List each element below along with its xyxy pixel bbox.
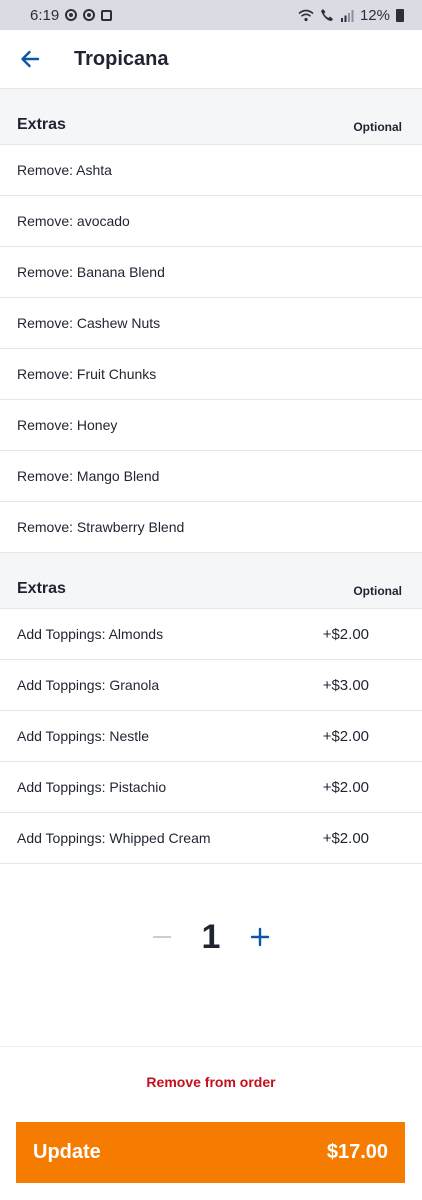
update-price: $17.00 <box>326 1141 388 1163</box>
option-label: Remove: Honey <box>17 417 118 433</box>
option-row[interactable]: Remove: Ashta <box>0 145 422 196</box>
option-price: +$2.00 <box>322 625 369 643</box>
decrement-button[interactable] <box>145 920 179 954</box>
section-header-toppings: Extras Optional <box>0 553 422 609</box>
status-right: 12% <box>298 7 404 24</box>
section-title: Extras <box>17 580 66 597</box>
call-icon <box>320 9 333 21</box>
option-label: Remove: avocado <box>17 213 130 229</box>
option-label: Remove: Strawberry Blend <box>17 519 185 535</box>
option-label: Remove: Banana Blend <box>17 264 165 280</box>
option-row[interactable]: Remove: avocado <box>0 196 422 247</box>
option-row[interactable]: Add Toppings: Whipped Cream +$2.00 <box>0 813 422 864</box>
section-title: Extras <box>17 116 66 133</box>
option-row[interactable]: Add Toppings: Pistachio +$2.00 <box>0 762 422 813</box>
option-row[interactable]: Add Toppings: Nestle +$2.00 <box>0 711 422 762</box>
option-label: Add Toppings: Nestle <box>17 728 150 744</box>
option-row[interactable]: Remove: Banana Blend <box>0 247 422 298</box>
option-price: +$2.00 <box>322 727 369 745</box>
option-price: +$2.00 <box>322 829 369 847</box>
option-row[interactable]: Add Toppings: Almonds +$2.00 <box>0 609 422 660</box>
optional-badge: Optional <box>353 120 402 134</box>
arrow-left-icon <box>21 50 40 68</box>
option-label: Add Toppings: Almonds <box>17 626 164 642</box>
wifi-icon <box>298 9 314 21</box>
option-label: Add Toppings: Whipped Cream <box>17 830 211 846</box>
option-price: +$2.00 <box>322 778 369 796</box>
option-label: Add Toppings: Pistachio <box>17 779 167 795</box>
signal-icon <box>340 9 354 22</box>
quantity-stepper: 1 <box>0 910 422 964</box>
update-label: Update <box>33 1141 101 1163</box>
option-row[interactable]: Add Toppings: Granola +$3.00 <box>0 660 422 711</box>
footer-divider <box>0 1046 422 1047</box>
optional-badge: Optional <box>353 584 402 598</box>
section-header-remove: Extras Optional <box>0 89 422 145</box>
option-row[interactable]: Remove: Fruit Chunks <box>0 349 422 400</box>
minus-icon <box>153 936 171 938</box>
status-left: 6:19 <box>30 6 113 24</box>
notification-icon <box>65 9 78 21</box>
notification-icon <box>83 9 96 21</box>
quantity-value: 1 <box>201 917 221 956</box>
plus-icon <box>250 927 270 947</box>
battery-percent: 12% <box>359 6 390 24</box>
page-title: Tropicana <box>74 47 169 70</box>
option-label: Remove: Mango Blend <box>17 468 160 484</box>
option-row[interactable]: Remove: Mango Blend <box>0 451 422 502</box>
option-label: Remove: Ashta <box>17 162 112 178</box>
option-row[interactable]: Remove: Cashew Nuts <box>0 298 422 349</box>
status-bar: 6:19 12% <box>0 0 422 30</box>
notification-icon <box>101 9 113 21</box>
battery-icon <box>396 8 404 22</box>
option-row[interactable]: Remove: Honey <box>0 400 422 451</box>
option-row[interactable]: Remove: Strawberry Blend <box>0 502 422 553</box>
increment-button[interactable] <box>243 920 277 954</box>
option-label: Remove: Fruit Chunks <box>17 366 157 382</box>
status-time: 6:19 <box>30 6 60 24</box>
back-button[interactable] <box>10 39 50 79</box>
option-label: Add Toppings: Granola <box>17 677 160 693</box>
remove-from-order-link[interactable]: Remove from order <box>0 1074 422 1090</box>
update-button[interactable]: Update $17.00 <box>16 1122 405 1183</box>
option-label: Remove: Cashew Nuts <box>17 315 161 331</box>
app-bar: Tropicana <box>0 30 422 89</box>
option-price: +$3.00 <box>322 676 369 694</box>
